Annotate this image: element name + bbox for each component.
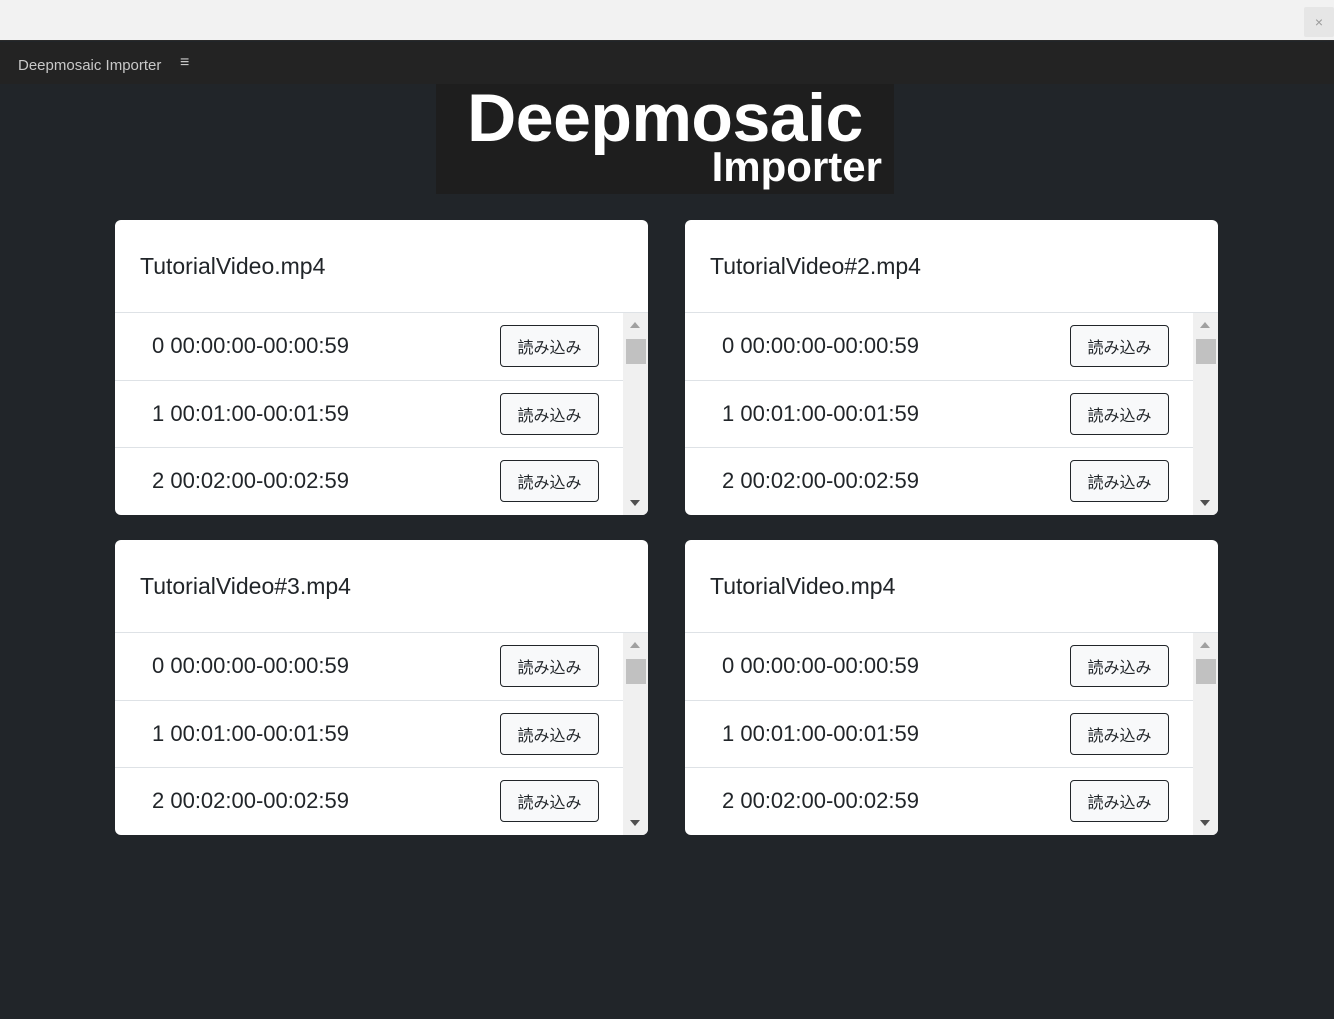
segment-row: 2 00:02:00-00:02:59 読み込み — [115, 448, 623, 515]
segment-label: 2 00:02:00-00:02:59 — [722, 468, 919, 494]
segment-label: 2 00:02:00-00:02:59 — [152, 788, 349, 814]
scrollbar-thumb[interactable] — [626, 659, 646, 684]
segment-label: 0 00:00:00-00:00:59 — [722, 653, 919, 679]
segment-row: 0 00:00:00-00:00:59 読み込み — [115, 633, 623, 701]
load-button[interactable]: 読み込み — [500, 712, 599, 755]
card-header: TutorialVideo.mp4 — [685, 540, 1218, 633]
segment-list: 0 00:00:00-00:00:59 読み込み 1 00:01:00-00:0… — [115, 313, 623, 515]
panel-title: Deepmosaic Importer — [18, 57, 162, 74]
segment-row: 1 00:01:00-00:01:59 読み込み — [115, 701, 623, 768]
segment-label: 0 00:00:00-00:00:59 — [722, 333, 919, 359]
segment-row: 1 00:01:00-00:01:59 読み込み — [115, 381, 623, 448]
vertical-scrollbar[interactable] — [623, 313, 648, 515]
scroll-down-arrow-icon[interactable] — [630, 820, 640, 826]
scrollbar-thumb[interactable] — [1196, 659, 1216, 684]
segment-row: 0 00:00:00-00:00:59 読み込み — [685, 633, 1193, 701]
vertical-scrollbar[interactable] — [1193, 633, 1218, 835]
segment-label: 1 00:01:00-00:01:59 — [152, 400, 349, 426]
segment-label: 2 00:02:00-00:02:59 — [722, 788, 919, 814]
load-button[interactable]: 読み込み — [1070, 460, 1169, 503]
card-header: TutorialVideo.mp4 — [115, 220, 648, 313]
panel-header: Deepmosaic Importer ≡ — [0, 42, 1334, 84]
scroll-down-arrow-icon[interactable] — [1200, 500, 1210, 506]
scroll-down-arrow-icon[interactable] — [630, 500, 640, 506]
segment-row: 0 00:00:00-00:00:59 読み込み — [685, 313, 1193, 381]
segment-label: 2 00:02:00-00:02:59 — [152, 468, 349, 494]
video-filename: TutorialVideo.mp4 — [710, 572, 896, 599]
scroll-up-arrow-icon[interactable] — [630, 322, 640, 328]
segment-list-container: 0 00:00:00-00:00:59 読み込み 1 00:01:00-00:0… — [685, 633, 1218, 835]
load-button[interactable]: 読み込み — [1070, 780, 1169, 823]
segment-label: 1 00:01:00-00:01:59 — [722, 400, 919, 426]
hamburger-menu-icon[interactable]: ≡ — [180, 54, 189, 72]
segment-label: 0 00:00:00-00:00:59 — [152, 653, 349, 679]
segment-label: 1 00:01:00-00:01:59 — [722, 720, 919, 746]
video-card: TutorialVideo#3.mp4 0 00:00:00-00:00:59 … — [115, 540, 648, 835]
segment-label: 1 00:01:00-00:01:59 — [152, 720, 349, 746]
video-card: TutorialVideo.mp4 0 00:00:00-00:00:59 読み… — [685, 540, 1218, 835]
card-header: TutorialVideo#2.mp4 — [685, 220, 1218, 313]
segment-list: 0 00:00:00-00:00:59 読み込み 1 00:01:00-00:0… — [115, 633, 623, 835]
video-card: TutorialVideo.mp4 0 00:00:00-00:00:59 読み… — [115, 220, 648, 515]
load-button[interactable]: 読み込み — [1070, 325, 1169, 368]
video-filename: TutorialVideo.mp4 — [140, 252, 326, 279]
load-button[interactable]: 読み込み — [500, 325, 599, 368]
scroll-down-arrow-icon[interactable] — [1200, 820, 1210, 826]
close-icon: × — [1314, 14, 1324, 30]
vertical-scrollbar[interactable] — [623, 633, 648, 835]
segment-row: 1 00:01:00-00:01:59 読み込み — [685, 701, 1193, 768]
scroll-up-arrow-icon[interactable] — [1200, 322, 1210, 328]
segment-row: 2 00:02:00-00:02:59 読み込み — [115, 768, 623, 835]
segment-list: 0 00:00:00-00:00:59 読み込み 1 00:01:00-00:0… — [685, 633, 1193, 835]
load-button[interactable]: 読み込み — [1070, 712, 1169, 755]
scrollbar-thumb[interactable] — [1196, 339, 1216, 364]
load-button[interactable]: 読み込み — [500, 392, 599, 435]
scroll-up-arrow-icon[interactable] — [630, 642, 640, 648]
app-logo: Deepmosaic Importer — [436, 84, 894, 194]
window-titlebar: × — [0, 0, 1334, 41]
segment-row: 0 00:00:00-00:00:59 読み込み — [115, 313, 623, 381]
segment-row: 1 00:01:00-00:01:59 読み込み — [685, 381, 1193, 448]
load-button[interactable]: 読み込み — [500, 780, 599, 823]
load-button[interactable]: 読み込み — [1070, 392, 1169, 435]
logo-main-text: Deepmosaic — [467, 80, 863, 156]
segment-list-container: 0 00:00:00-00:00:59 読み込み 1 00:01:00-00:0… — [115, 633, 648, 835]
card-header: TutorialVideo#3.mp4 — [115, 540, 648, 633]
load-button[interactable]: 読み込み — [500, 460, 599, 503]
vertical-scrollbar[interactable] — [1193, 313, 1218, 515]
segment-list-container: 0 00:00:00-00:00:59 読み込み 1 00:01:00-00:0… — [115, 313, 648, 515]
scroll-up-arrow-icon[interactable] — [1200, 642, 1210, 648]
close-button[interactable]: × — [1304, 7, 1334, 37]
logo-sub-text: Importer — [711, 143, 882, 190]
load-button[interactable]: 読み込み — [500, 645, 599, 688]
segment-label: 0 00:00:00-00:00:59 — [152, 333, 349, 359]
segment-list-container: 0 00:00:00-00:00:59 読み込み 1 00:01:00-00:0… — [685, 313, 1218, 515]
segment-row: 2 00:02:00-00:02:59 読み込み — [685, 448, 1193, 515]
video-card: TutorialVideo#2.mp4 0 00:00:00-00:00:59 … — [685, 220, 1218, 515]
scrollbar-thumb[interactable] — [626, 339, 646, 364]
segment-row: 2 00:02:00-00:02:59 読み込み — [685, 768, 1193, 835]
segment-list: 0 00:00:00-00:00:59 読み込み 1 00:01:00-00:0… — [685, 313, 1193, 515]
video-filename: TutorialVideo#3.mp4 — [140, 572, 351, 599]
video-filename: TutorialVideo#2.mp4 — [710, 252, 921, 279]
load-button[interactable]: 読み込み — [1070, 645, 1169, 688]
